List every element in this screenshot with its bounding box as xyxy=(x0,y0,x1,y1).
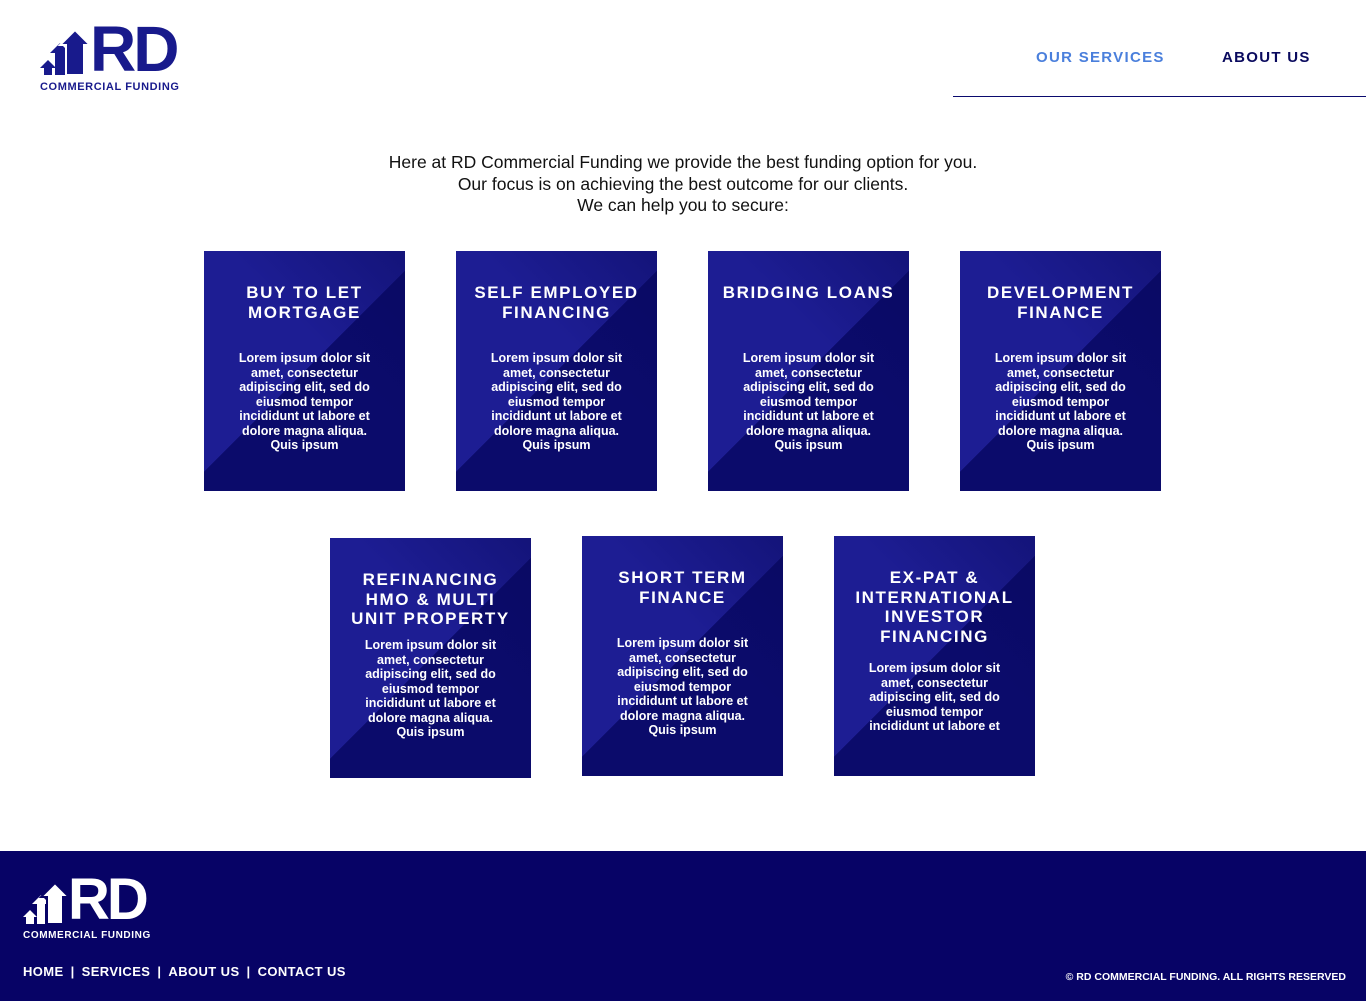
footer-nav: HOME | SERVICES | ABOUT US | CONTACT US xyxy=(23,964,346,979)
header-logo[interactable]: RD COMMERCIAL FUNDING xyxy=(40,17,200,95)
card-text: Lorem ipsum dolor sit amet, consectetur … xyxy=(238,351,371,452)
nav-about-us[interactable]: ABOUT US xyxy=(1222,49,1311,66)
footer-link-services[interactable]: SERVICES xyxy=(82,964,151,979)
card-text: Lorem ipsum dolor sit amet, consectetur … xyxy=(994,351,1127,452)
service-card-expat-investor[interactable]: EX-PAT & INTERNATIONAL INVESTOR FINANCIN… xyxy=(834,536,1035,776)
logo-letters: RD xyxy=(68,867,149,932)
card-title: EX-PAT & INTERNATIONAL INVESTOR FINANCIN… xyxy=(855,568,1014,646)
logo-tagline: COMMERCIAL FUNDING xyxy=(40,81,180,93)
logo-letters: RD xyxy=(90,13,179,85)
nav-our-services[interactable]: OUR SERVICES xyxy=(1036,49,1165,66)
footer-link-contact-us[interactable]: CONTACT US xyxy=(258,964,346,979)
footer-separator: | xyxy=(70,964,75,979)
footer-logo[interactable]: RD COMMERCIAL FUNDING xyxy=(23,871,169,943)
intro-text: Here at RD Commercial Funding we provide… xyxy=(0,152,1366,217)
card-title: BRIDGING LOANS xyxy=(722,283,895,302)
card-text: Lorem ipsum dolor sit amet, consectetur … xyxy=(868,661,1001,733)
card-title: DEVELOPMENT FINANCE xyxy=(986,283,1134,322)
intro-line-3: We can help you to secure: xyxy=(577,195,789,215)
footer-separator: | xyxy=(157,964,162,979)
service-card-bridging-loans[interactable]: BRIDGING LOANS Lorem ipsum dolor sit ame… xyxy=(708,251,909,491)
logo-tagline: COMMERCIAL FUNDING xyxy=(23,930,151,941)
card-title: SELF EMPLOYED FINANCING xyxy=(474,283,639,322)
card-text: Lorem ipsum dolor sit amet, consectetur … xyxy=(742,351,875,452)
card-title: REFINANCING HMO & MULTI UNIT PROPERTY xyxy=(351,570,510,628)
copyright-text: © RD COMMERCIAL FUNDING. ALL RIGHTS RESE… xyxy=(1065,971,1346,983)
footer: RD COMMERCIAL FUNDING HOME | SERVICES | ABOU… xyxy=(0,851,1366,1001)
footer-link-home[interactable]: HOME xyxy=(23,964,64,979)
footer-link-about-us[interactable]: ABOUT US xyxy=(168,964,239,979)
intro-line-2: Our focus is on achieving the best outco… xyxy=(457,173,909,194)
card-title: BUY TO LET MORTGAGE xyxy=(246,283,363,322)
card-text: Lorem ipsum dolor sit amet, consectetur … xyxy=(616,636,749,737)
intro-line-1: Here at RD Commercial Funding we provide… xyxy=(388,152,978,172)
card-title: SHORT TERM FINANCE xyxy=(618,568,747,607)
service-card-buy-to-let[interactable]: BUY TO LET MORTGAGE Lorem ipsum dolor si… xyxy=(204,251,405,491)
service-card-short-term-finance[interactable]: SHORT TERM FINANCE Lorem ipsum dolor sit… xyxy=(582,536,783,776)
service-card-development-finance[interactable]: DEVELOPMENT FINANCE Lorem ipsum dolor si… xyxy=(960,251,1161,491)
nav-underline xyxy=(953,96,1366,97)
card-text: Lorem ipsum dolor sit amet, consectetur … xyxy=(364,638,497,739)
footer-separator: | xyxy=(246,964,251,979)
card-text: Lorem ipsum dolor sit amet, consectetur … xyxy=(490,351,623,452)
service-card-refinancing-hmo[interactable]: REFINANCING HMO & MULTI UNIT PROPERTY Lo… xyxy=(330,538,531,778)
service-card-self-employed[interactable]: SELF EMPLOYED FINANCING Lorem ipsum dolo… xyxy=(456,251,657,491)
